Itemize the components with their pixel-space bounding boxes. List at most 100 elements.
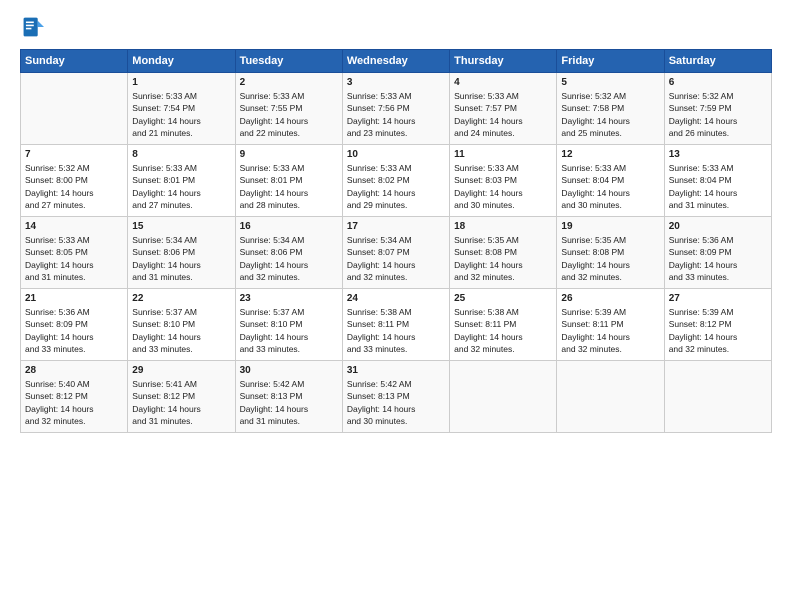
calendar-cell: 19 Sunrise: 5:35 AM Sunset: 8:08 PM Dayli…	[557, 217, 664, 289]
calendar-cell: 2 Sunrise: 5:33 AM Sunset: 7:55 PM Daylig…	[235, 73, 342, 145]
calendar-cell: 7 Sunrise: 5:32 AM Sunset: 8:00 PM Daylig…	[21, 145, 128, 217]
day-info: Sunrise: 5:41 AM Sunset: 8:12 PM Dayligh…	[132, 378, 230, 427]
calendar-cell	[450, 361, 557, 433]
day-number: 19	[561, 221, 659, 232]
day-info: Sunrise: 5:34 AM Sunset: 8:06 PM Dayligh…	[240, 234, 338, 283]
calendar-cell: 20 Sunrise: 5:36 AM Sunset: 8:09 PM Dayli…	[664, 217, 771, 289]
calendar-cell: 24 Sunrise: 5:38 AM Sunset: 8:11 PM Dayli…	[342, 289, 449, 361]
col-header-friday: Friday	[557, 50, 664, 73]
calendar-cell: 10Sunrise: 5:33 AM Sunset: 8:02 PM Dayli…	[342, 145, 449, 217]
col-header-thursday: Thursday	[450, 50, 557, 73]
calendar-cell: 4 Sunrise: 5:33 AM Sunset: 7:57 PM Daylig…	[450, 73, 557, 145]
day-number: 24	[347, 293, 445, 304]
day-number: 23	[240, 293, 338, 304]
calendar-cell: 26 Sunrise: 5:39 AM Sunset: 8:11 PM Dayli…	[557, 289, 664, 361]
day-info: Sunrise: 5:32 AM Sunset: 8:00 PM Dayligh…	[25, 162, 123, 211]
day-info: Sunrise: 5:38 AM Sunset: 8:11 PM Dayligh…	[347, 306, 445, 355]
logo-icon	[22, 16, 44, 38]
day-number: 17	[347, 221, 445, 232]
day-number: 20	[669, 221, 767, 232]
day-number: 8	[132, 149, 230, 160]
calendar-table: SundayMondayTuesdayWednesdayThursdayFrid…	[20, 49, 772, 433]
day-number: 9	[240, 149, 338, 160]
day-number: 5	[561, 77, 659, 88]
day-number: 10	[347, 149, 445, 160]
calendar-cell: 30Sunrise: 5:42 AM Sunset: 8:13 PM Dayli…	[235, 361, 342, 433]
calendar-cell: 6 Sunrise: 5:32 AM Sunset: 7:59 PM Daylig…	[664, 73, 771, 145]
calendar-cell: 25Sunrise: 5:38 AM Sunset: 8:11 PM Dayli…	[450, 289, 557, 361]
day-info: Sunrise: 5:33 AM Sunset: 8:01 PM Dayligh…	[132, 162, 230, 211]
day-number: 26	[561, 293, 659, 304]
day-info: Sunrise: 5:33 AM Sunset: 8:03 PM Dayligh…	[454, 162, 552, 211]
day-info: Sunrise: 5:35 AM Sunset: 8:08 PM Dayligh…	[561, 234, 659, 283]
header-row: SundayMondayTuesdayWednesdayThursdayFrid…	[21, 50, 772, 73]
week-row-3: 21 Sunrise: 5:36 AM Sunset: 8:09 PM Dayli…	[21, 289, 772, 361]
day-number: 15	[132, 221, 230, 232]
col-header-tuesday: Tuesday	[235, 50, 342, 73]
week-row-1: 7 Sunrise: 5:32 AM Sunset: 8:00 PM Daylig…	[21, 145, 772, 217]
calendar-cell: 13 Sunrise: 5:33 AM Sunset: 8:04 PM Dayli…	[664, 145, 771, 217]
logo	[20, 16, 46, 43]
day-number: 7	[25, 149, 123, 160]
day-info: Sunrise: 5:33 AM Sunset: 7:55 PM Dayligh…	[240, 90, 338, 139]
day-info: Sunrise: 5:38 AM Sunset: 8:11 PM Dayligh…	[454, 306, 552, 355]
day-number: 14	[25, 221, 123, 232]
day-info: Sunrise: 5:34 AM Sunset: 8:06 PM Dayligh…	[132, 234, 230, 283]
calendar-cell: 18Sunrise: 5:35 AM Sunset: 8:08 PM Dayli…	[450, 217, 557, 289]
day-info: Sunrise: 5:37 AM Sunset: 8:10 PM Dayligh…	[132, 306, 230, 355]
day-number: 12	[561, 149, 659, 160]
calendar-cell: 11 Sunrise: 5:33 AM Sunset: 8:03 PM Dayli…	[450, 145, 557, 217]
day-info: Sunrise: 5:36 AM Sunset: 8:09 PM Dayligh…	[669, 234, 767, 283]
day-info: Sunrise: 5:33 AM Sunset: 8:05 PM Dayligh…	[25, 234, 123, 283]
calendar-cell: 28Sunrise: 5:40 AM Sunset: 8:12 PM Dayli…	[21, 361, 128, 433]
day-info: Sunrise: 5:33 AM Sunset: 7:56 PM Dayligh…	[347, 90, 445, 139]
calendar-cell: 29 Sunrise: 5:41 AM Sunset: 8:12 PM Dayli…	[128, 361, 235, 433]
day-number: 30	[240, 365, 338, 376]
calendar-cell	[557, 361, 664, 433]
day-number: 6	[669, 77, 767, 88]
day-number: 21	[25, 293, 123, 304]
day-number: 4	[454, 77, 552, 88]
day-info: Sunrise: 5:33 AM Sunset: 7:57 PM Dayligh…	[454, 90, 552, 139]
col-header-saturday: Saturday	[664, 50, 771, 73]
day-info: Sunrise: 5:33 AM Sunset: 8:04 PM Dayligh…	[561, 162, 659, 211]
day-number: 22	[132, 293, 230, 304]
calendar-header: SundayMondayTuesdayWednesdayThursdayFrid…	[21, 50, 772, 73]
calendar-cell: 16 Sunrise: 5:34 AM Sunset: 8:06 PM Dayli…	[235, 217, 342, 289]
day-number: 31	[347, 365, 445, 376]
day-info: Sunrise: 5:36 AM Sunset: 8:09 PM Dayligh…	[25, 306, 123, 355]
day-number: 11	[454, 149, 552, 160]
calendar-cell: 1 Sunrise: 5:33 AM Sunset: 7:54 PM Daylig…	[128, 73, 235, 145]
calendar-cell: 23Sunrise: 5:37 AM Sunset: 8:10 PM Dayli…	[235, 289, 342, 361]
calendar-cell: 3 Sunrise: 5:33 AM Sunset: 7:56 PM Daylig…	[342, 73, 449, 145]
day-number: 2	[240, 77, 338, 88]
calendar-cell: 12 Sunrise: 5:33 AM Sunset: 8:04 PM Dayli…	[557, 145, 664, 217]
week-row-4: 28Sunrise: 5:40 AM Sunset: 8:12 PM Dayli…	[21, 361, 772, 433]
day-info: Sunrise: 5:42 AM Sunset: 8:13 PM Dayligh…	[347, 378, 445, 427]
day-number: 1	[132, 77, 230, 88]
day-number: 16	[240, 221, 338, 232]
day-number: 3	[347, 77, 445, 88]
calendar-cell: 14 Sunrise: 5:33 AM Sunset: 8:05 PM Dayli…	[21, 217, 128, 289]
day-info: Sunrise: 5:39 AM Sunset: 8:12 PM Dayligh…	[669, 306, 767, 355]
day-number: 29	[132, 365, 230, 376]
calendar-cell: 22 Sunrise: 5:37 AM Sunset: 8:10 PM Dayli…	[128, 289, 235, 361]
calendar-cell: 27 Sunrise: 5:39 AM Sunset: 8:12 PM Dayli…	[664, 289, 771, 361]
calendar-cell: 17Sunrise: 5:34 AM Sunset: 8:07 PM Dayli…	[342, 217, 449, 289]
day-info: Sunrise: 5:32 AM Sunset: 7:59 PM Dayligh…	[669, 90, 767, 139]
col-header-wednesday: Wednesday	[342, 50, 449, 73]
calendar-cell: 21 Sunrise: 5:36 AM Sunset: 8:09 PM Dayli…	[21, 289, 128, 361]
day-info: Sunrise: 5:39 AM Sunset: 8:11 PM Dayligh…	[561, 306, 659, 355]
day-number: 13	[669, 149, 767, 160]
day-info: Sunrise: 5:33 AM Sunset: 8:01 PM Dayligh…	[240, 162, 338, 211]
calendar-cell	[21, 73, 128, 145]
day-number: 18	[454, 221, 552, 232]
day-info: Sunrise: 5:33 AM Sunset: 8:04 PM Dayligh…	[669, 162, 767, 211]
page: SundayMondayTuesdayWednesdayThursdayFrid…	[0, 0, 792, 612]
day-number: 27	[669, 293, 767, 304]
day-info: Sunrise: 5:33 AM Sunset: 7:54 PM Dayligh…	[132, 90, 230, 139]
day-info: Sunrise: 5:40 AM Sunset: 8:12 PM Dayligh…	[25, 378, 123, 427]
calendar-body: 1 Sunrise: 5:33 AM Sunset: 7:54 PM Daylig…	[21, 73, 772, 433]
week-row-2: 14 Sunrise: 5:33 AM Sunset: 8:05 PM Dayli…	[21, 217, 772, 289]
week-row-0: 1 Sunrise: 5:33 AM Sunset: 7:54 PM Daylig…	[21, 73, 772, 145]
